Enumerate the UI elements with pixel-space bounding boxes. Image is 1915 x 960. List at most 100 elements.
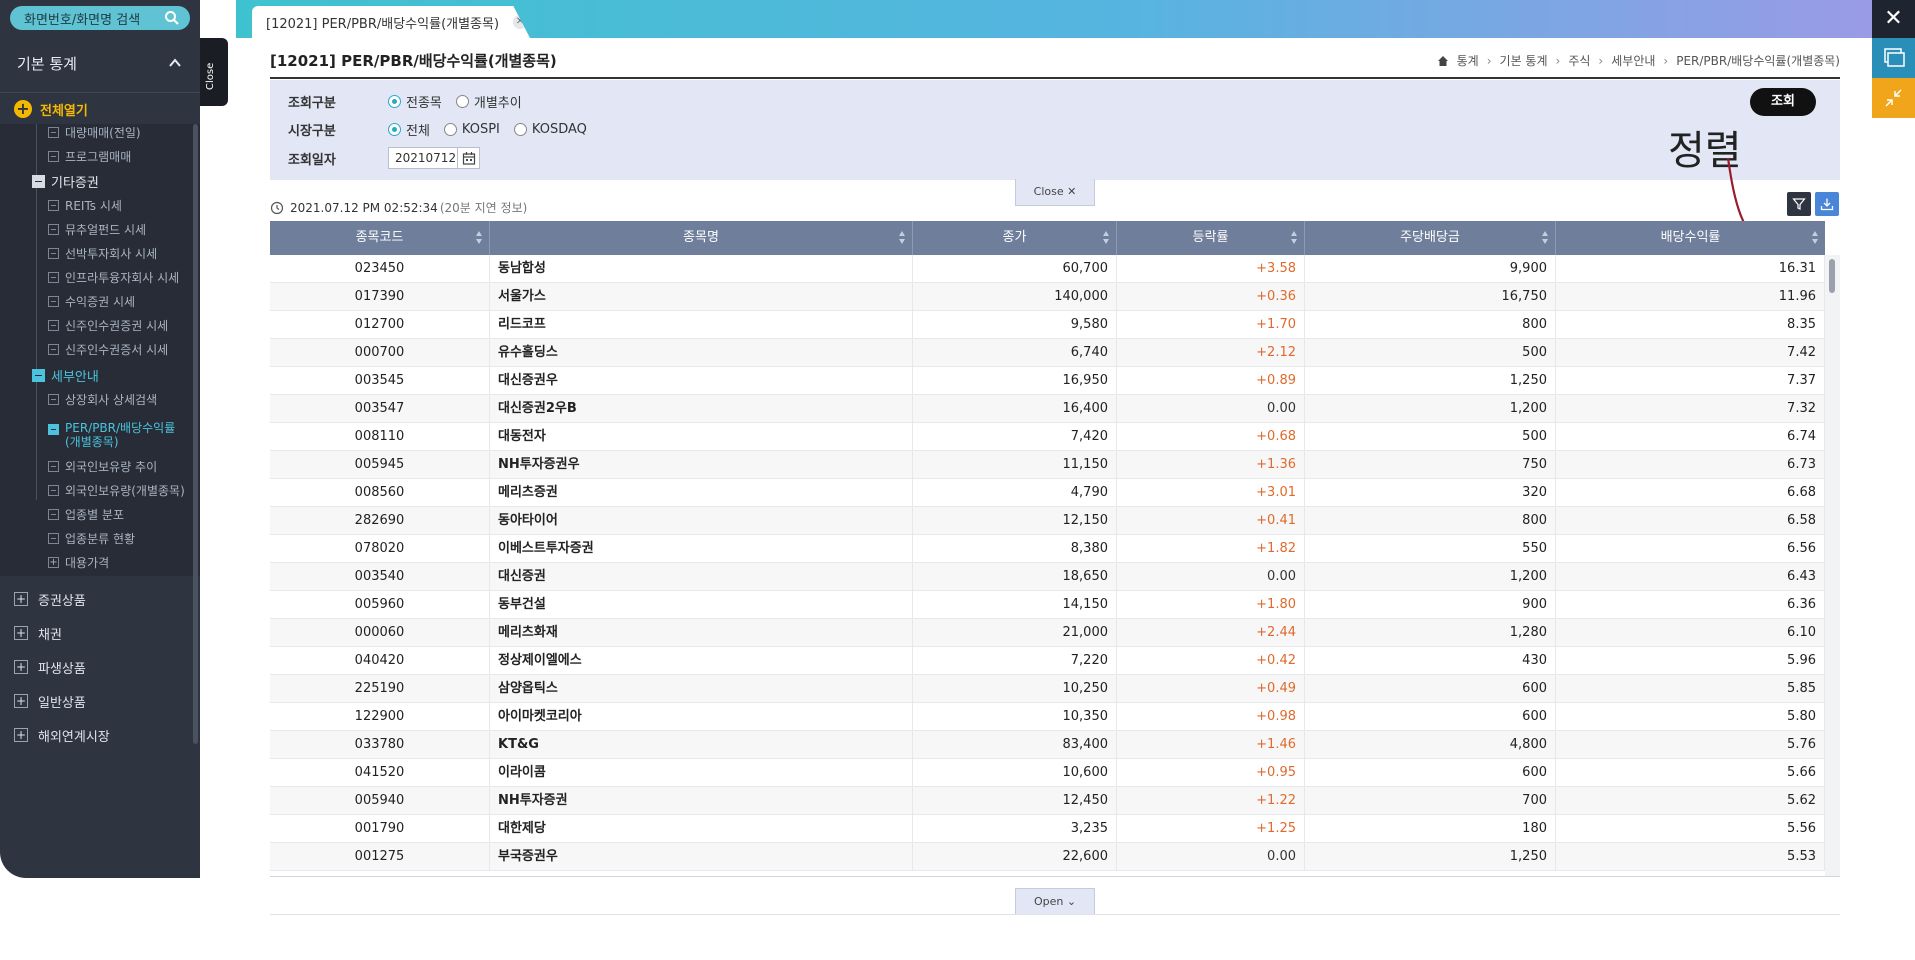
sort-icon[interactable] <box>899 231 906 244</box>
breadcrumb-item[interactable]: 주식 <box>1568 52 1590 69</box>
sidebar-item-foreign-trend[interactable]: 외국인보유량 추이 <box>48 458 157 478</box>
table-row[interactable]: 001275 부국증권우 22,600 0.00 1,250 5.53 <box>270 843 1825 871</box>
sidebar-section-overseas[interactable]: + 해외연계시장 <box>14 724 110 746</box>
table-filter-button[interactable] <box>1787 192 1811 216</box>
sidebar-section-commodity[interactable]: + 일반상품 <box>14 690 86 712</box>
dividend-per-share-cell: 1,250 <box>1305 367 1556 395</box>
stock-name-cell: 메리츠화재 <box>490 619 913 647</box>
column-header-dividend-yield[interactable]: 배당수익률 <box>1556 221 1825 255</box>
open-all-button[interactable]: + 전체열기 <box>14 98 88 120</box>
table-row[interactable]: 012700 리드코프 9,580 +1.70 800 8.35 <box>270 311 1825 339</box>
sidebar-item-mutual-fund[interactable]: 뮤추얼펀드 시세 <box>48 221 146 241</box>
shrink-button[interactable] <box>1872 78 1915 118</box>
new-window-button[interactable] <box>1872 38 1915 78</box>
table-row[interactable]: 008560 메리츠증권 4,790 +3.01 320 6.68 <box>270 479 1825 507</box>
sidebar-item-warrant-cert[interactable]: 신주인수권증서 시세 <box>48 341 168 361</box>
sort-icon[interactable] <box>476 231 483 244</box>
sort-icon[interactable] <box>1103 231 1110 244</box>
table-row[interactable]: 005940 NH투자증권 12,450 +1.22 700 5.62 <box>270 787 1825 815</box>
table-row[interactable]: 023450 동남합성 60,700 +3.58 9,900 16.31 <box>270 255 1825 283</box>
expand-icon: + <box>14 660 28 674</box>
sidebar-folder-other-securities[interactable]: 기타증권 <box>32 172 99 192</box>
date-input[interactable]: 20210712 <box>388 147 458 169</box>
column-header-change-rate[interactable]: 등락률 <box>1117 221 1305 255</box>
change-rate-cell: 0.00 <box>1117 395 1305 423</box>
table-row[interactable]: 005945 NH투자증권우 11,150 +1.36 750 6.73 <box>270 451 1825 479</box>
dividend-yield-cell: 5.53 <box>1556 843 1825 871</box>
sidebar-item-sector-classification[interactable]: 업종분류 현황 <box>48 530 135 550</box>
home-icon[interactable] <box>1437 55 1449 67</box>
sidebar-item-reits[interactable]: REITs 시세 <box>48 197 122 217</box>
table-row[interactable]: 005960 동부건설 14,150 +1.80 900 6.36 <box>270 591 1825 619</box>
table-row[interactable]: 003545 대신증권우 16,950 +0.89 1,250 7.37 <box>270 367 1825 395</box>
search-icon[interactable] <box>164 10 180 26</box>
table-row[interactable]: 282690 동아타이어 12,150 +0.41 800 6.58 <box>270 507 1825 535</box>
sort-icon[interactable] <box>1812 231 1819 244</box>
expand-icon: + <box>48 557 59 568</box>
table-row[interactable]: 003540 대신증권 18,650 0.00 1,200 6.43 <box>270 563 1825 591</box>
sidebar-item-beneficiary-cert[interactable]: 수익증권 시세 <box>48 293 135 313</box>
radio-kospi[interactable]: KOSPI <box>443 122 500 137</box>
radio-market-all[interactable]: 전체 <box>388 120 430 139</box>
sidebar-scrollbar[interactable] <box>193 124 198 744</box>
table-row[interactable]: 000060 메리츠화재 21,000 +2.44 1,280 6.10 <box>270 619 1825 647</box>
sidebar-item-infra-investment[interactable]: 인프라투융자회사 시세 <box>48 269 179 289</box>
calendar-button[interactable] <box>458 147 480 169</box>
sidebar-item-bulk-trade[interactable]: 대량매매(전일) <box>48 124 141 144</box>
open-button[interactable]: Open ⌄ <box>1015 888 1095 915</box>
breadcrumb-item[interactable]: 기본 통계 <box>1500 52 1548 69</box>
sidebar-item-ship-investment[interactable]: 선박투자회사 시세 <box>48 245 157 265</box>
tab-per-pbr[interactable]: [12021] PER/PBR/배당수익률(개별종목) ✕ <box>252 6 530 38</box>
table-row[interactable]: 040420 정상제이엘에스 7,220 +0.42 430 5.96 <box>270 647 1825 675</box>
table-row[interactable]: 033780 KT&G 83,400 +1.46 4,800 5.76 <box>270 731 1825 759</box>
screen-search-input[interactable]: 화면번호/화면명 검색 <box>10 6 190 30</box>
sidebar-section-bond[interactable]: + 채권 <box>14 622 62 644</box>
delay-note: (20분 지연 정보) <box>439 201 528 215</box>
table-row[interactable]: 078020 이베스트투자증권 8,380 +1.82 550 6.56 <box>270 535 1825 563</box>
column-header-close-price[interactable]: 종가 <box>913 221 1117 255</box>
chevron-up-icon[interactable] <box>168 56 182 70</box>
table-row[interactable]: 003547 대신증권2우B 16,400 0.00 1,200 7.32 <box>270 395 1825 423</box>
sidebar-item-foreign-individual[interactable]: 외국인보유량(개별종목) <box>48 482 185 502</box>
page-icon <box>48 248 59 259</box>
sidebar-section-etp[interactable]: + 증권상품 <box>14 588 86 610</box>
radio-label: 개별추이 <box>473 95 522 111</box>
sidebar-title[interactable]: 기본 통계 <box>0 44 200 82</box>
table-row[interactable]: 000700 유수홀딩스 6,740 +2.12 500 7.42 <box>270 339 1825 367</box>
sidebar-section-derivatives[interactable]: + 파생상품 <box>14 656 86 678</box>
search-button[interactable]: 조회 <box>1750 88 1816 116</box>
sidebar-item-program-trade[interactable]: 프로그램매매 <box>48 148 131 168</box>
sidebar-item-sector-distribution[interactable]: 업종별 분포 <box>48 506 124 526</box>
radio-all-stocks[interactable]: 전종목 <box>388 92 442 111</box>
radio-kosdaq[interactable]: KOSDAQ <box>513 122 587 137</box>
table-row[interactable]: 008110 대동전자 7,420 +0.68 500 6.74 <box>270 423 1825 451</box>
table-row[interactable]: 041520 이라이콤 10,600 +0.95 600 5.66 <box>270 759 1825 787</box>
download-button[interactable] <box>1815 192 1839 216</box>
dividend-per-share-cell: 1,280 <box>1305 619 1556 647</box>
table-row[interactable]: 017390 서울가스 140,000 +0.36 16,750 11.96 <box>270 283 1825 311</box>
table-row[interactable]: 122900 아이마켓코리아 10,350 +0.98 600 5.80 <box>270 703 1825 731</box>
close-filter-button[interactable]: Close ✕ <box>1015 179 1095 206</box>
breadcrumb-item[interactable]: 세부안내 <box>1611 52 1655 69</box>
stock-code-cell: 003540 <box>270 563 490 591</box>
column-header-code[interactable]: 종목코드 <box>270 221 490 255</box>
table-scrollbar[interactable] <box>1825 255 1840 876</box>
sort-icon[interactable] <box>1291 231 1298 244</box>
table-row[interactable]: 225190 삼양옵틱스 10,250 +0.49 600 5.85 <box>270 675 1825 703</box>
sidebar-folder-details[interactable]: 세부안내 <box>32 366 99 386</box>
window-close-button[interactable]: ✕ <box>1872 0 1915 38</box>
breadcrumb-item[interactable]: 통계 <box>1457 52 1479 69</box>
sidebar-item-warrant-security[interactable]: 신주인수권증권 시세 <box>48 317 168 337</box>
sidebar-item-substitute-price[interactable]: + 대용가격 <box>48 554 109 574</box>
column-header-dividend-per-share[interactable]: 주당배당금 <box>1305 221 1556 255</box>
sidebar-item-label: 프로그램매매 <box>65 150 132 164</box>
sidebar-close-tab[interactable]: Close <box>200 38 228 106</box>
breadcrumb-item[interactable]: PER/PBR/배당수익률(개별종목) <box>1676 52 1840 69</box>
sort-icon[interactable] <box>1542 231 1549 244</box>
table-row[interactable]: 001790 대한제당 3,235 +1.25 180 5.56 <box>270 815 1825 843</box>
sidebar-item-company-search[interactable]: 상장회사 상세검색 <box>48 391 157 411</box>
sidebar-item-per-pbr[interactable]: PER/PBR/배당수익률(개별종목) <box>48 421 188 451</box>
table-scrollbar-thumb[interactable] <box>1829 259 1835 293</box>
radio-individual-trend[interactable]: 개별추이 <box>455 92 522 111</box>
column-header-name[interactable]: 종목명 <box>490 221 913 255</box>
